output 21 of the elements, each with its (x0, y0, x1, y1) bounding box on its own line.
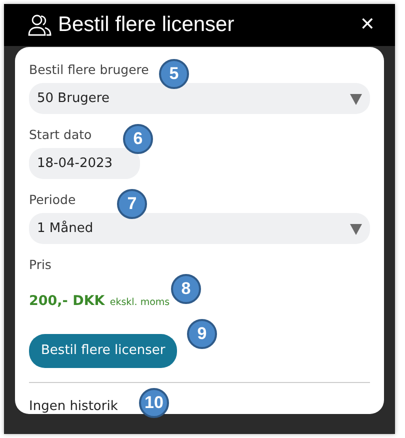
price-text: 200,- DKK ekskl. moms (29, 292, 170, 311)
users-icon (28, 14, 52, 36)
dropdown-arrow-icon (350, 92, 362, 104)
callout-marker: 10 (139, 388, 169, 418)
field-label: Periode (29, 191, 76, 209)
callout-marker: 6 (123, 124, 153, 154)
select-field[interactable]: 1 Måned (29, 213, 370, 244)
date-field[interactable]: 18-04-2023 (29, 148, 140, 179)
field-label: Bestil flere brugere (29, 61, 149, 79)
price-label: Pris (29, 256, 52, 274)
callout-marker: 8 (171, 274, 201, 304)
dropdown-arrow-icon (350, 222, 362, 234)
close-button[interactable]: ✕ (360, 16, 375, 34)
field-label: Start dato (29, 126, 92, 144)
modal-title: Bestil flere licenser (58, 12, 234, 38)
callout-marker: 7 (117, 189, 147, 219)
callout-marker: 9 (187, 319, 217, 349)
history-text: Ingen historik (29, 398, 118, 414)
callout-marker: 5 (159, 59, 189, 89)
select-field[interactable]: 50 Brugere (29, 83, 370, 114)
order-button[interactable]: Bestil flere licenser (29, 334, 178, 368)
